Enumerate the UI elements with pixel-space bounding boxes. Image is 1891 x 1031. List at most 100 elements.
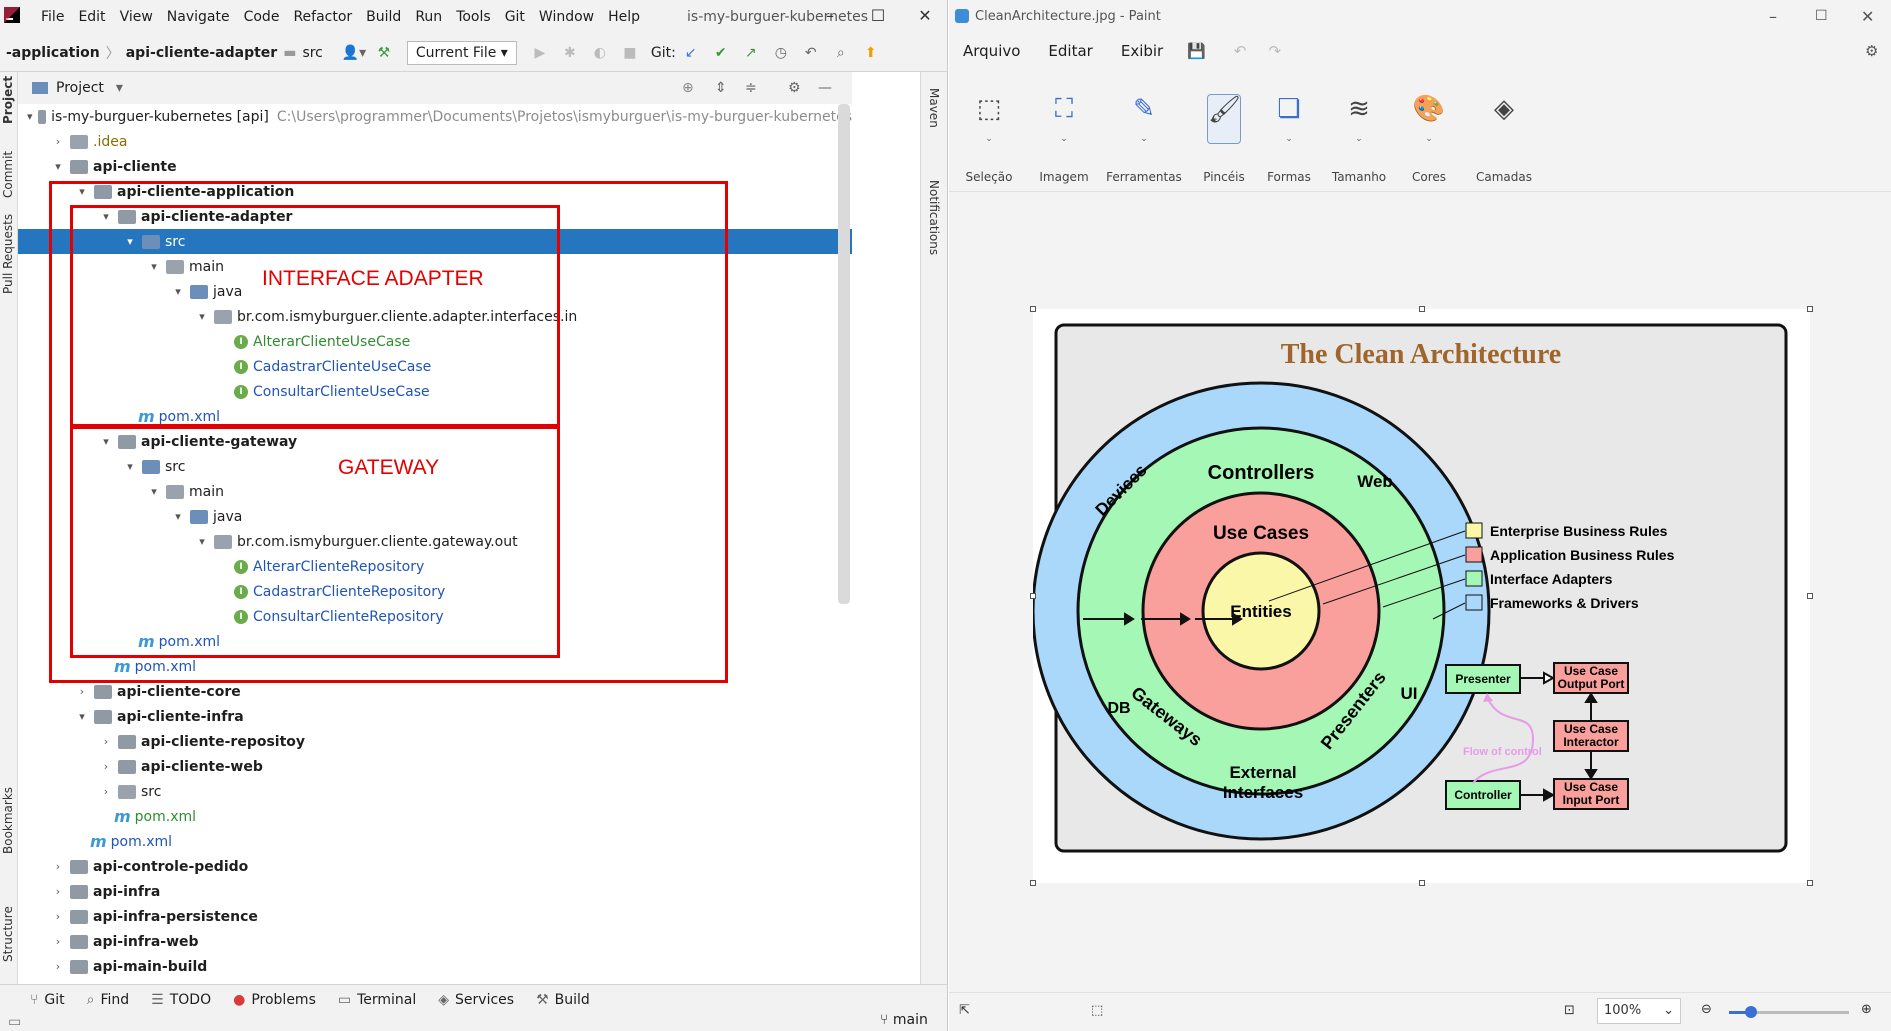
- tree-row-api-cliente[interactable]: ▾ api-cliente: [18, 154, 852, 179]
- settings-gear-icon[interactable]: ⚙: [1865, 42, 1878, 60]
- run-icon[interactable]: ▶: [525, 45, 555, 61]
- tree-row-infra-web[interactable]: › api-infra-web: [18, 929, 852, 954]
- tab-maven[interactable]: Maven: [927, 88, 941, 128]
- tab-pull-requests[interactable]: Pull Requests: [1, 214, 15, 294]
- menu-view[interactable]: View: [113, 9, 160, 25]
- maximize-icon[interactable]: ☐: [1815, 8, 1828, 24]
- user-icon[interactable]: 👤▾: [339, 45, 369, 61]
- chevron-right-icon[interactable]: ›: [50, 135, 66, 148]
- menu-code[interactable]: Code: [237, 9, 287, 25]
- maximize-icon[interactable]: ☐: [858, 6, 898, 25]
- git-branch-widget[interactable]: ⑂ main: [880, 1012, 928, 1028]
- menu-git[interactable]: Git: [498, 9, 532, 25]
- rollback-icon[interactable]: ↶: [796, 45, 826, 61]
- chevron-right-icon[interactable]: ›: [74, 685, 90, 698]
- resize-handle[interactable]: [1030, 880, 1036, 886]
- resize-handle[interactable]: [1030, 306, 1036, 312]
- resize-handle[interactable]: [1807, 306, 1813, 312]
- stop-icon[interactable]: ■: [615, 45, 645, 61]
- close-icon[interactable]: ✕: [905, 6, 945, 25]
- chevron-down-icon[interactable]: ▾: [74, 710, 90, 723]
- tool-services[interactable]: ◈ Services: [438, 992, 514, 1008]
- tree-row-repositoy[interactable]: › api-cliente-repositoy: [18, 729, 852, 754]
- undo-icon[interactable]: ↶: [1234, 42, 1247, 60]
- tool-cores[interactable]: 🎨 ⌄ Cores: [1399, 70, 1459, 192]
- tab-bookmarks[interactable]: Bookmarks: [1, 787, 15, 854]
- gear-icon[interactable]: ⚙: [788, 80, 801, 96]
- update-icon[interactable]: ⬆: [856, 45, 886, 61]
- chevron-right-icon[interactable]: ›: [98, 760, 114, 773]
- git-update-icon[interactable]: ↙: [676, 45, 706, 61]
- tool-todo[interactable]: ☰ TODO: [151, 992, 211, 1008]
- layout-icon[interactable]: ▭: [8, 1014, 21, 1030]
- chevron-right-icon[interactable]: ›: [50, 960, 66, 973]
- git-push-icon[interactable]: ↗: [736, 45, 766, 61]
- run-config-select[interactable]: Current File ▾: [406, 40, 517, 65]
- zoom-slider-thumb[interactable]: [1745, 1006, 1757, 1018]
- breadcrumb-src[interactable]: src: [296, 45, 328, 61]
- tree-row-web[interactable]: › api-cliente-web: [18, 754, 852, 779]
- breadcrumb-adapter[interactable]: api-cliente-adapter: [120, 45, 283, 61]
- zoom-slider-track[interactable]: [1729, 1006, 1849, 1018]
- canvas-image[interactable]: The Clean Architecture Entities Use Case…: [1031, 309, 1810, 883]
- tree-row-infra[interactable]: ▾ api-cliente-infra: [18, 704, 852, 729]
- tree-row-pom[interactable]: m pom.xml: [18, 829, 852, 854]
- chevron-down-icon[interactable]: ▾: [116, 80, 123, 96]
- debug-icon[interactable]: ✱: [555, 45, 585, 61]
- minimize-icon[interactable]: –: [810, 6, 850, 25]
- project-label[interactable]: Project: [56, 80, 104, 96]
- resize-handle[interactable]: [1030, 593, 1036, 599]
- tab-commit[interactable]: Commit: [1, 151, 15, 198]
- resize-handle[interactable]: [1419, 880, 1425, 886]
- tree-row-controle-pedido[interactable]: › api-controle-pedido: [18, 854, 852, 879]
- git-commit-icon[interactable]: ✔: [706, 45, 736, 61]
- menu-run[interactable]: Run: [408, 9, 449, 25]
- close-icon[interactable]: ✕: [1861, 7, 1874, 26]
- tab-structure[interactable]: Structure: [1, 906, 15, 962]
- tool-camadas[interactable]: ◈ Camadas: [1459, 70, 1549, 192]
- locate-icon[interactable]: ⊕: [682, 80, 694, 96]
- resize-handle[interactable]: [1807, 880, 1813, 886]
- tree-row-pom[interactable]: m pom.xml: [18, 804, 852, 829]
- chevron-right-icon[interactable]: ›: [50, 860, 66, 873]
- tool-git[interactable]: ⑂ Git: [30, 992, 65, 1008]
- chevron-down-icon[interactable]: ▾: [50, 160, 66, 173]
- tool-build[interactable]: ⚒ Build: [536, 992, 590, 1008]
- chevron-right-icon[interactable]: ›: [98, 735, 114, 748]
- menu-window[interactable]: Window: [532, 9, 601, 25]
- tool-imagem[interactable]: ⛶ ⌄ Imagem: [1029, 70, 1099, 192]
- tool-selecao[interactable]: ⬚ ⌄ Seleção: [949, 70, 1029, 192]
- tree-scrollbar[interactable]: [838, 104, 850, 604]
- zoom-select[interactable]: 100% ⌄: [1597, 998, 1681, 1024]
- build-hammer-icon[interactable]: ⚒: [369, 45, 399, 61]
- chevron-right-icon[interactable]: ›: [50, 935, 66, 948]
- tool-tamanho[interactable]: ≋ ⌄ Tamanho: [1319, 70, 1399, 192]
- canvas-area[interactable]: The Clean Architecture Entities Use Case…: [949, 193, 1891, 991]
- menu-help[interactable]: Help: [601, 9, 647, 25]
- tab-project[interactable]: Project: [1, 76, 15, 124]
- tool-terminal[interactable]: ▭ Terminal: [338, 992, 416, 1008]
- zoom-out-icon[interactable]: ⊖: [1701, 1002, 1712, 1017]
- tool-problems[interactable]: ● Problems: [233, 992, 316, 1008]
- tab-notifications[interactable]: Notifications: [927, 180, 941, 255]
- menu-file[interactable]: File: [34, 9, 71, 25]
- breadcrumb-module[interactable]: -application: [0, 45, 106, 61]
- tree-row-src[interactable]: › src: [18, 779, 852, 804]
- chevron-right-icon[interactable]: ›: [50, 910, 66, 923]
- chevron-down-icon[interactable]: ▾: [26, 110, 34, 123]
- menu-exibir[interactable]: Exibir: [1107, 42, 1177, 60]
- menu-refactor[interactable]: Refactor: [286, 9, 359, 25]
- menu-tools[interactable]: Tools: [449, 9, 498, 25]
- chevron-right-icon[interactable]: ›: [98, 785, 114, 798]
- tree-row-root[interactable]: ▾ is-my-burguer-kubernetes [api] C:\User…: [18, 104, 852, 129]
- fit-screen-icon[interactable]: ⊡: [1564, 1003, 1575, 1018]
- search-icon[interactable]: ⌕: [826, 45, 856, 61]
- tree-row-idea[interactable]: › .idea: [18, 129, 852, 154]
- menu-navigate[interactable]: Navigate: [160, 9, 237, 25]
- tool-find[interactable]: ⌕ Find: [87, 992, 130, 1008]
- tool-formas[interactable]: ❏ ⌄ Formas: [1259, 70, 1319, 192]
- chevron-right-icon[interactable]: ›: [50, 885, 66, 898]
- tree-row-api-infra[interactable]: › api-infra: [18, 879, 852, 904]
- save-icon[interactable]: 💾: [1187, 42, 1206, 60]
- tree-row-main-build[interactable]: › api-main-build: [18, 954, 852, 979]
